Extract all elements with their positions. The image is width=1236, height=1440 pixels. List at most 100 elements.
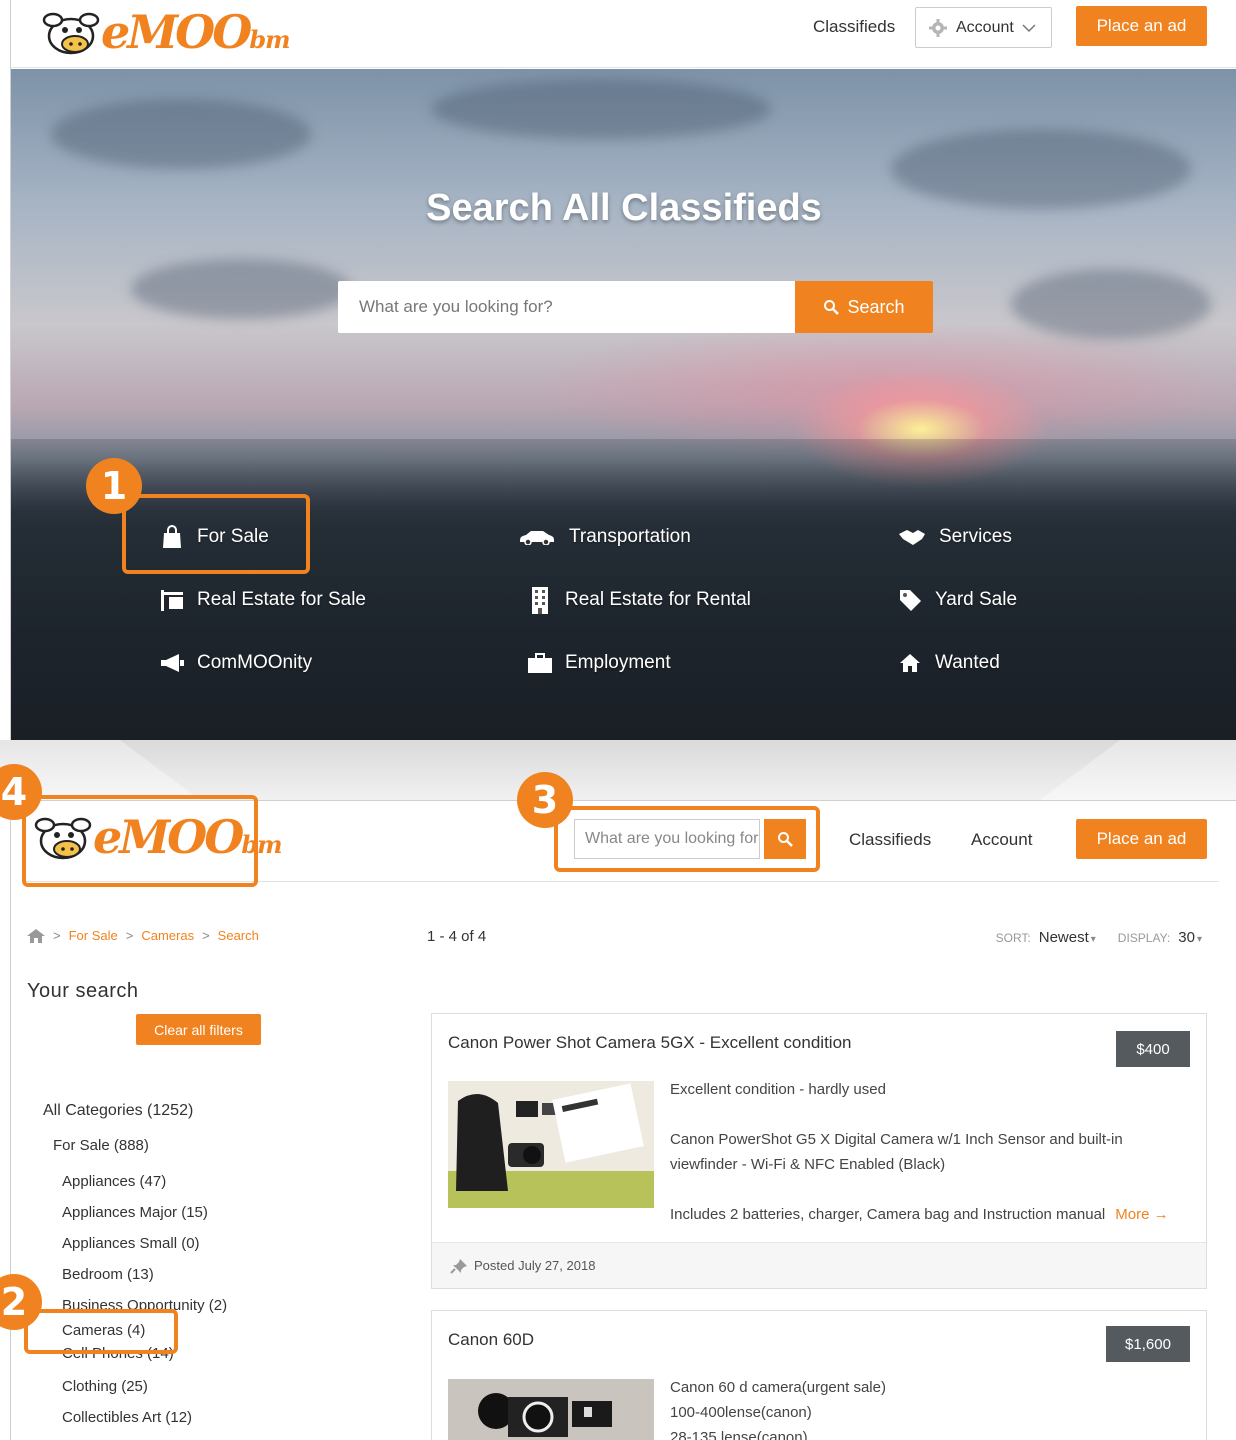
home-page-screenshot: eMOObm Classifieds Account Place an ad S… (10, 0, 1236, 740)
building-icon (527, 587, 553, 614)
desc-line: 28-135 lense(canon) (670, 1429, 808, 1440)
breadcrumb-separator: > (125, 928, 134, 943)
desc-line: Canon 60 d camera(urgent sale) (670, 1379, 886, 1396)
highlight-search (554, 806, 820, 872)
sort-label: SORT: (995, 931, 1031, 945)
hero-search-input[interactable] (359, 297, 795, 317)
category-real-estate-rental[interactable]: Real Estate for Rental (527, 587, 751, 614)
breadcrumb-search[interactable]: Search (218, 928, 259, 943)
pin-icon (450, 1258, 467, 1274)
gear-icon (929, 18, 947, 37)
breadcrumb: > For Sale > Cameras > Search (27, 928, 259, 943)
listing-thumbnail[interactable] (448, 1379, 654, 1440)
listing-card[interactable]: Canon 60D $1,600 Canon 60 d camera(urgen… (431, 1310, 1207, 1440)
handshake-icon (897, 526, 927, 548)
car-icon (517, 526, 557, 548)
clear-filters-button[interactable]: Clear all filters (136, 1014, 261, 1045)
tutorial-composite: eMOObm Classifieds Account Place an ad S… (0, 0, 1236, 1440)
desc-line: viewfinder - Wi-Fi & NFC Enabled (Black) (670, 1156, 946, 1173)
breadcrumb-cameras[interactable]: Cameras (141, 928, 194, 943)
category-commoonity[interactable]: ComMOOnity (159, 652, 312, 674)
posted-date: Posted July 27, 2018 (474, 1258, 596, 1273)
category-label: Employment (565, 652, 671, 673)
breadcrumb-for-sale[interactable]: For Sale (69, 928, 118, 943)
sort-display-bar: SORT: Newest ▾ DISPLAY: 30 ▾ (996, 929, 1202, 946)
tag-icon (897, 589, 923, 611)
price-badge: $1,600 (1106, 1326, 1190, 1362)
desc-line: Includes 2 batteries, charger, Camera ba… (670, 1202, 1200, 1227)
highlight-cameras (24, 1309, 178, 1354)
hero-search-button[interactable]: Search (795, 281, 933, 333)
category-real-estate-sale[interactable]: Real Estate for Sale (159, 589, 366, 611)
search-icon (824, 300, 840, 315)
step-badge-3: 3 (517, 772, 573, 828)
display-dropdown[interactable]: 30 ▾ (1178, 929, 1202, 946)
camera-photo-image (448, 1081, 654, 1208)
logo-text: eMOO (101, 5, 252, 59)
result-count: 1 - 4 of 4 (427, 928, 487, 945)
cow-logo-icon (42, 12, 100, 55)
subcategory-item[interactable]: Bedroom (13) (62, 1266, 154, 1283)
more-link[interactable]: More → (1115, 1206, 1168, 1223)
home-icon (897, 652, 923, 674)
place-ad-button[interactable]: Place an ad (1076, 6, 1207, 46)
category-transportation[interactable]: Transportation (517, 526, 691, 548)
results-page-screenshot: eMOObm Classifieds Account Place an ad >… (10, 800, 1236, 1440)
breadcrumb-separator: > (53, 928, 61, 943)
category-label: Services (939, 526, 1012, 547)
category-employment[interactable]: Employment (527, 652, 671, 674)
subcategory-item[interactable]: Clothing (25) (62, 1378, 148, 1395)
cloud (1011, 269, 1211, 339)
desc-line: 100-400lense(canon) (670, 1404, 812, 1421)
category-wanted[interactable]: Wanted (897, 652, 1000, 674)
logo-wordmark: eMOObm (101, 9, 291, 55)
display-label: DISPLAY: (1117, 931, 1171, 945)
account-dropdown[interactable]: Account (915, 7, 1052, 48)
cloud (131, 259, 351, 319)
price-badge: $400 (1116, 1031, 1190, 1067)
hero-banner: Search All Classifieds Search For Sale T… (11, 69, 1236, 740)
camera-photo-image (448, 1379, 654, 1440)
subcategory-item[interactable]: Appliances Small (0) (62, 1235, 200, 1252)
site-logo[interactable]: eMOObm (39, 8, 291, 56)
category-label: ComMOOnity (197, 652, 313, 673)
listing-card[interactable]: Canon Power Shot Camera 5GX - Excellent … (431, 1013, 1207, 1289)
listing-thumbnail[interactable] (448, 1081, 654, 1208)
highlight-logo (22, 795, 258, 887)
nav-account[interactable]: Account (971, 830, 1032, 850)
category-all[interactable]: All Categories (1252) (43, 1102, 193, 1120)
breadcrumb-separator: > (202, 928, 210, 943)
listing-title[interactable]: Canon Power Shot Camera 5GX - Excellent … (448, 1033, 851, 1053)
sidebar-title: Your search (27, 980, 139, 1002)
category-yard-sale[interactable]: Yard Sale (897, 589, 1017, 611)
sort-value: Newest (1038, 929, 1089, 946)
category-label: Yard Sale (935, 589, 1018, 610)
sort-dropdown[interactable]: Newest ▾ (1039, 929, 1096, 946)
account-label: Account (956, 18, 1014, 36)
step-badge-1: 1 (86, 458, 142, 514)
subcategory-item[interactable]: Appliances (47) (62, 1173, 166, 1190)
home-icon[interactable] (27, 928, 45, 943)
place-ad-button[interactable]: Place an ad (1076, 819, 1207, 859)
cloud (51, 99, 311, 169)
house-sign-icon (159, 589, 185, 611)
divider-shade (120, 740, 1120, 800)
search-button-label: Search (847, 296, 905, 317)
desc-line: Excellent condition - hardly used (670, 1081, 886, 1098)
desc-text: Includes 2 batteries, charger, Camera ba… (670, 1206, 1106, 1223)
chevron-down-icon: ▾ (1196, 934, 1202, 945)
hero-search-field[interactable] (338, 281, 795, 333)
category-label: Transportation (569, 526, 691, 547)
category-label: Wanted (935, 652, 1000, 673)
chevron-down-icon (1022, 23, 1036, 32)
nav-classifieds[interactable]: Classifieds (813, 17, 895, 37)
subcategory-item[interactable]: Collectibles Art (12) (62, 1409, 192, 1426)
listing-title[interactable]: Canon 60D (448, 1330, 534, 1350)
category-services[interactable]: Services (897, 526, 1012, 548)
category-for-sale[interactable]: For Sale (888) (53, 1137, 149, 1154)
logo-suffix: bm (249, 25, 290, 54)
chevron-down-icon: ▾ (1090, 934, 1096, 945)
nav-classifieds[interactable]: Classifieds (849, 830, 931, 850)
subcategory-item[interactable]: Appliances Major (15) (62, 1204, 208, 1221)
listing-footer: Posted July 27, 2018 (432, 1242, 1206, 1288)
